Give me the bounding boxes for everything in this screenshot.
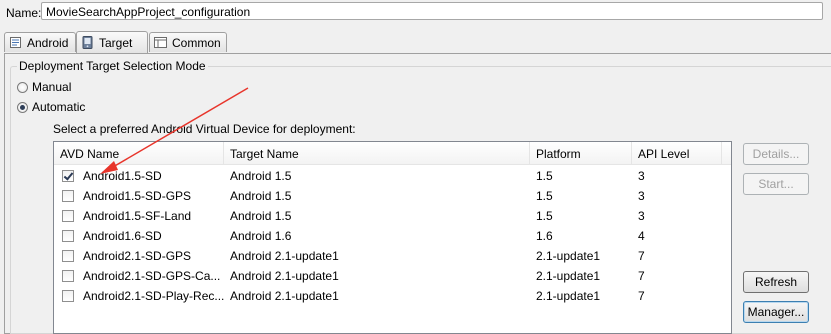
- tab-target[interactable]: Target: [76, 31, 148, 53]
- column-header-platform[interactable]: Platform: [530, 142, 632, 164]
- target-name-cell: Android 1.5: [230, 189, 292, 203]
- avd-selection-prompt: Select a preferred Android Virtual Devic…: [53, 122, 356, 136]
- platform-cell: 2.1-update1: [536, 249, 601, 263]
- platform-cell: 1.5: [536, 169, 553, 183]
- target-name-cell: Android 2.1-update1: [230, 269, 339, 283]
- automatic-radio[interactable]: [17, 101, 28, 113]
- avd-name-cell: Android1.6-SD: [83, 229, 162, 243]
- manager-button[interactable]: Manager...: [743, 301, 809, 323]
- name-row: Name: MovieSearchAppProject_configuratio…: [0, 0, 831, 26]
- api-level-cell: 4: [638, 229, 645, 243]
- automatic-radio-label: Automatic: [32, 100, 86, 114]
- target-name-cell: Android 1.6: [230, 229, 292, 243]
- target-tab-icon: [81, 36, 94, 49]
- automatic-radio-option[interactable]: Automatic: [17, 100, 85, 114]
- column-header-api-level[interactable]: API Level: [632, 142, 722, 164]
- table-row[interactable]: Android1.5-SD-GPS Android 1.5 1.5 3: [54, 186, 731, 206]
- table-row[interactable]: Android1.5-SF-Land Android 1.5 1.5 3: [54, 206, 731, 226]
- table-row[interactable]: Android2.1-SD-Play-Rec... Android 2.1-up…: [54, 286, 731, 306]
- column-header-target-name[interactable]: Target Name: [224, 142, 530, 164]
- api-level-cell: 7: [638, 249, 645, 263]
- deployment-mode-group-title: Deployment Target Selection Mode: [17, 59, 208, 73]
- android-tab-icon: [9, 36, 22, 49]
- target-name-cell: Android 1.5: [230, 169, 292, 183]
- avd-table-header: AVD Name Target Name Platform API Level: [54, 142, 731, 165]
- manual-radio-label: Manual: [32, 80, 72, 94]
- api-level-cell: 3: [638, 189, 645, 203]
- tab-common-label: Common: [172, 35, 221, 50]
- target-name-cell: Android 2.1-update1: [230, 249, 339, 263]
- tab-android-label: Android: [27, 35, 69, 50]
- platform-cell: 1.5: [536, 209, 553, 223]
- manual-radio[interactable]: [17, 81, 28, 93]
- configuration-name-input[interactable]: MovieSearchAppProject_configuration: [41, 2, 823, 20]
- api-level-cell: 7: [638, 289, 645, 303]
- avd-name-cell: Android1.5-SD-GPS: [83, 189, 192, 203]
- api-level-cell: 3: [638, 169, 645, 183]
- platform-cell: 2.1-update1: [536, 289, 601, 303]
- avd-table: AVD Name Target Name Platform API Level …: [53, 141, 732, 334]
- platform-cell: 1.6: [536, 229, 553, 243]
- avd-name-cell: Android1.5-SD: [83, 169, 162, 183]
- column-header-avd-name[interactable]: AVD Name: [54, 142, 224, 164]
- table-row[interactable]: Android2.1-SD-GPS Android 2.1-update1 2.…: [54, 246, 731, 266]
- common-tab-icon: [154, 36, 167, 49]
- details-button[interactable]: Details...: [743, 143, 809, 165]
- start-button[interactable]: Start...: [743, 173, 809, 195]
- table-row[interactable]: Android1.5-SD Android 1.5 1.5 3: [54, 166, 731, 186]
- tab-common[interactable]: Common: [149, 32, 227, 52]
- avd-name-cell: Android2.1-SD-GPS-Ca...: [83, 269, 221, 283]
- avd-name-cell: Android2.1-SD-GPS: [83, 249, 192, 263]
- table-row[interactable]: Android2.1-SD-GPS-Ca... Android 2.1-upda…: [54, 266, 731, 286]
- manual-radio-option[interactable]: Manual: [17, 80, 71, 94]
- refresh-button[interactable]: Refresh: [743, 271, 809, 293]
- table-row[interactable]: Android1.6-SD Android 1.6 1.6 4: [54, 226, 731, 246]
- avd-name-cell: Android2.1-SD-Play-Rec...: [83, 289, 224, 303]
- platform-cell: 2.1-update1: [536, 269, 601, 283]
- tab-android[interactable]: Android: [4, 32, 76, 52]
- target-name-cell: Android 2.1-update1: [230, 289, 339, 303]
- api-level-cell: 7: [638, 269, 645, 283]
- tab-target-label: Target: [99, 35, 133, 50]
- tab-bar: Android Target Common: [4, 31, 831, 54]
- name-label: Name:: [6, 6, 42, 20]
- avd-name-cell: Android1.5-SF-Land: [83, 209, 192, 223]
- target-name-cell: Android 1.5: [230, 209, 292, 223]
- api-level-cell: 3: [638, 209, 645, 223]
- platform-cell: 1.5: [536, 189, 553, 203]
